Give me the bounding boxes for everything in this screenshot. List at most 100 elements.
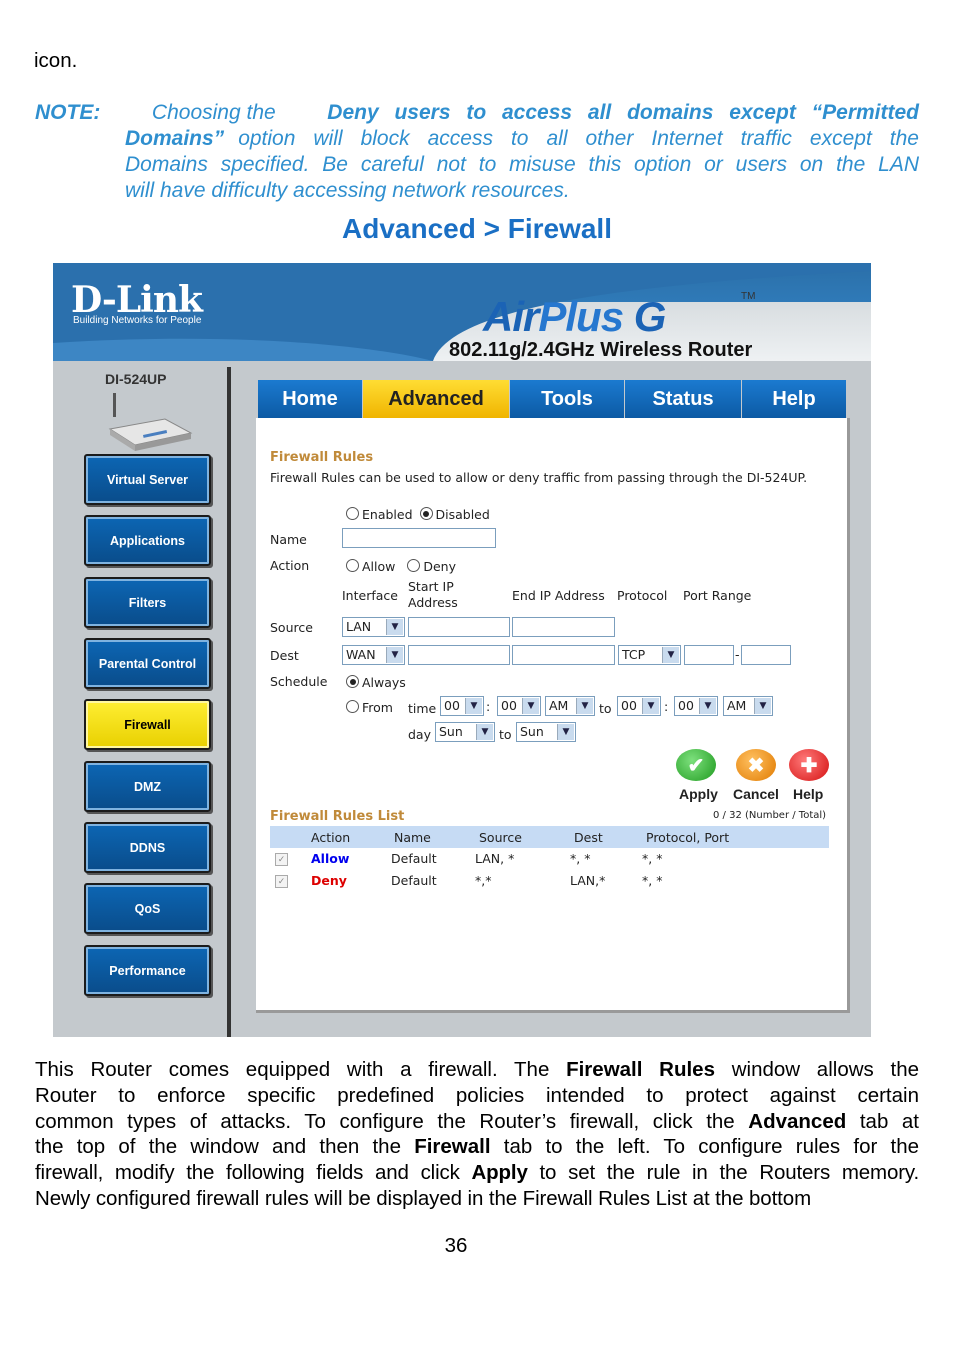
cancel-button[interactable]: ✖ xyxy=(736,749,776,781)
enabled-radio[interactable] xyxy=(346,507,359,520)
sidebar-item-performance[interactable]: Performance xyxy=(84,945,211,996)
cancel-label: Cancel xyxy=(733,786,779,802)
note-line1-a: Choosing the xyxy=(151,101,276,124)
from-hour-select[interactable]: 00 ▼ xyxy=(440,696,484,716)
port-range-end-input[interactable] xyxy=(741,645,791,665)
row-dest: LAN,* xyxy=(570,873,606,888)
para-bold: Firewall Rules xyxy=(566,1058,715,1081)
para-line-6: Newly configured firewall rules will be … xyxy=(35,1186,812,1210)
para-bold: Firewall xyxy=(414,1135,491,1159)
chevron-down-icon: ▼ xyxy=(699,698,716,714)
airplus-brand: AirPlus G xyxy=(483,293,667,341)
router-subtitle: 802.11g/2.4GHz Wireless Router xyxy=(449,339,753,361)
chevron-down-icon: ▼ xyxy=(642,698,659,714)
always-radio[interactable] xyxy=(346,675,359,688)
row-source: *,* xyxy=(475,873,492,888)
col-port-range: Port Range xyxy=(683,588,752,603)
dest-end-ip-input[interactable] xyxy=(512,645,615,665)
source-interface-value: LAN xyxy=(346,619,372,634)
tab-status[interactable]: Status xyxy=(625,380,741,418)
para-bold: Advanced xyxy=(748,1109,847,1133)
tab-tools[interactable]: Tools xyxy=(510,380,624,418)
name-input[interactable] xyxy=(342,528,496,548)
apply-label: Apply xyxy=(679,786,718,802)
dest-start-ip-input[interactable] xyxy=(408,645,510,665)
apply-button[interactable]: ✔ xyxy=(676,749,716,781)
plus-icon: ✚ xyxy=(800,754,818,777)
router-screenshot: D-Link Building Networks for People AirP… xyxy=(53,263,871,1037)
chevron-down-icon: ▼ xyxy=(662,647,679,663)
para-text: tab to the left. To configure rules for … xyxy=(503,1135,919,1159)
chevron-down-icon: ▼ xyxy=(465,698,482,714)
protocol-select[interactable]: TCP ▼ xyxy=(618,645,681,665)
to-ampm-select[interactable]: AM ▼ xyxy=(723,696,773,716)
trademark: TM xyxy=(741,291,756,302)
col-end-ip: End IP Address xyxy=(512,588,605,603)
tab-advanced[interactable]: Advanced xyxy=(363,380,509,418)
day-label: day xyxy=(408,727,431,742)
disabled-radio[interactable] xyxy=(419,507,433,520)
rules-list-count: 0 / 32 (Number / Total) xyxy=(713,810,827,821)
tab-help[interactable]: Help xyxy=(742,380,846,418)
col-start-ip-line1: Start IP xyxy=(408,579,454,594)
to-minute-select[interactable]: 00 ▼ xyxy=(674,696,718,716)
para-text: the top of the window and then the xyxy=(35,1135,401,1159)
time-label: time xyxy=(408,701,437,716)
col-start-ip: Start IP Address xyxy=(408,579,458,611)
chevron-down-icon: ▼ xyxy=(522,698,539,714)
dest-interface-value: WAN xyxy=(346,647,376,662)
sidebar-item-applications[interactable]: Applications xyxy=(84,515,211,566)
sidebar-item-ddns[interactable]: DDNS xyxy=(84,822,211,873)
row-action: Allow xyxy=(311,851,350,866)
note-line2-a: Domains” xyxy=(125,127,225,150)
from-minute-select[interactable]: 00 ▼ xyxy=(497,696,541,716)
sidebar-item-virtual-server[interactable]: Virtual Server xyxy=(84,454,211,505)
schedule-always: Always xyxy=(346,675,406,690)
deny-label: Deny xyxy=(423,559,456,574)
time-colon-2: : xyxy=(664,699,669,714)
time-colon-1: : xyxy=(486,699,491,714)
help-label: Help xyxy=(793,786,824,802)
source-start-ip-input[interactable] xyxy=(408,617,510,637)
sidebar-item-filters[interactable]: Filters xyxy=(84,577,211,628)
check-icon: ✔ xyxy=(687,754,705,777)
note-label: NOTE: xyxy=(35,101,101,124)
row-checkbox[interactable]: ✓ xyxy=(275,875,288,888)
rules-list-header xyxy=(270,826,829,848)
deny-radio[interactable] xyxy=(407,559,421,572)
help-button[interactable]: ✚ xyxy=(789,749,829,781)
rules-list-title: Firewall Rules List xyxy=(270,809,405,824)
firewall-rules-heading: Firewall Rules xyxy=(270,450,374,465)
chevron-down-icon: ▼ xyxy=(476,724,493,740)
page-number: 36 xyxy=(444,1234,468,1257)
note-line1-b: Deny users to access all domains except … xyxy=(327,101,919,124)
sidebar-item-firewall[interactable]: Firewall xyxy=(84,699,211,750)
to-day-select[interactable]: Sun ▼ xyxy=(516,722,576,742)
sidebar-item-qos[interactable]: QoS xyxy=(84,883,211,934)
source-label: Source xyxy=(270,620,313,635)
from-ampm-select[interactable]: AM ▼ xyxy=(545,696,595,716)
to-hour-select[interactable]: 00 ▼ xyxy=(617,696,661,716)
firewall-rules-description: Firewall Rules can be used to allow or d… xyxy=(270,470,808,485)
to-day-value: Sun xyxy=(520,724,544,739)
model-label: DI-524UP xyxy=(105,371,167,387)
source-interface-select[interactable]: LAN ▼ xyxy=(342,617,405,637)
dlink-slogan: Building Networks for People xyxy=(73,315,202,326)
from-minute-value: 00 xyxy=(501,698,517,713)
port-range-start-input[interactable] xyxy=(684,645,734,665)
row-protocol: *, * xyxy=(642,873,663,888)
brand-g: G xyxy=(633,293,667,340)
tab-home[interactable]: Home xyxy=(258,380,362,418)
source-end-ip-input[interactable] xyxy=(512,617,615,637)
time-to-label: to xyxy=(599,701,612,716)
dest-interface-select[interactable]: WAN ▼ xyxy=(342,645,405,665)
sidebar-item-dmz[interactable]: DMZ xyxy=(84,761,211,812)
brand-plus: Plus xyxy=(538,293,624,340)
from-day-select[interactable]: Sun ▼ xyxy=(435,722,495,742)
from-radio[interactable] xyxy=(346,700,359,713)
allow-radio[interactable] xyxy=(346,559,359,572)
sidebar-item-parental-control[interactable]: Parental Control xyxy=(84,638,211,689)
row-checkbox[interactable]: ✓ xyxy=(275,853,288,866)
para-bold: Apply xyxy=(471,1161,528,1185)
chevron-down-icon: ▼ xyxy=(386,647,403,663)
